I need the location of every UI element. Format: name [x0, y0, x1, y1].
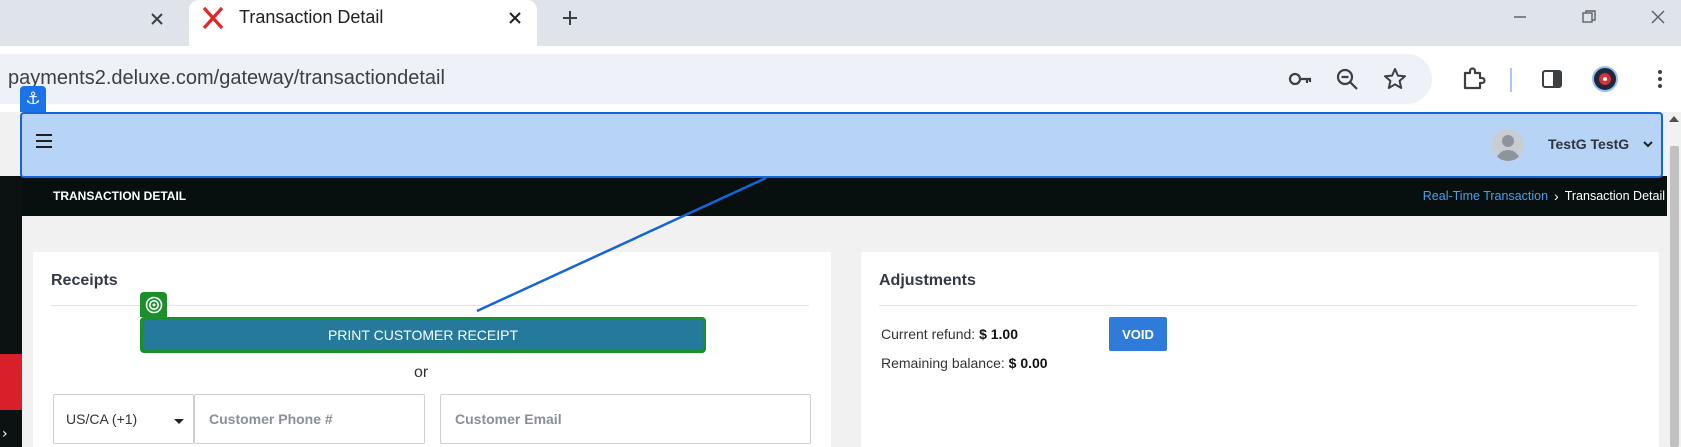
- card-divider: [879, 305, 1637, 306]
- print-customer-receipt-button[interactable]: PRINT CUSTOMER RECEIPT: [140, 317, 706, 353]
- customer-phone-input[interactable]: [194, 394, 425, 444]
- chevron-down-icon[interactable]: [1641, 137, 1655, 151]
- receipts-card: Receipts PRINT CUSTOMER RECEIPT or US/CA…: [33, 252, 831, 447]
- page-viewport: TestG TestG › TRANSACTION DETAIL Real-Ti…: [0, 112, 1681, 447]
- breadcrumb-link-real-time-transaction[interactable]: Real-Time Transaction: [1423, 189, 1548, 203]
- chevron-right-icon[interactable]: ›: [2, 426, 8, 442]
- user-avatar[interactable]: [1492, 129, 1524, 161]
- sidebar-active-marker: [0, 354, 22, 410]
- target-icon: [140, 292, 167, 317]
- receipts-title: Receipts: [51, 272, 118, 289]
- profile-avatar-icon[interactable]: [1590, 64, 1620, 94]
- scrollbar-thumb[interactable]: [1670, 146, 1679, 447]
- current-refund-value: $ 1.00: [979, 326, 1018, 342]
- restore-icon[interactable]: [1569, 2, 1609, 32]
- or-label: or: [414, 364, 429, 381]
- new-tab-button[interactable]: [555, 3, 585, 33]
- close-icon[interactable]: [143, 5, 171, 33]
- extensions-puzzle-icon[interactable]: [1458, 64, 1488, 94]
- current-refund-label: Current refund:: [881, 326, 976, 342]
- adjustments-card: Adjustments Current refund: $ 1.00 Remai…: [861, 252, 1659, 447]
- window-close-icon[interactable]: [1638, 2, 1678, 32]
- tab-title: Transaction Detail: [239, 7, 384, 27]
- breadcrumb: Real-Time Transaction › Transaction Deta…: [1423, 188, 1665, 204]
- country-code-value: US/CA (+1): [66, 411, 138, 427]
- browser-tab-strip: Transaction Detail: [0, 0, 1681, 46]
- page-header: TRANSACTION DETAIL Real-Time Transaction…: [22, 176, 1667, 216]
- zoom-out-icon[interactable]: [1333, 65, 1361, 93]
- page-title: TRANSACTION DETAIL: [53, 189, 187, 203]
- breadcrumb-current: Transaction Detail: [1564, 189, 1665, 203]
- current-refund-row: Current refund: $ 1.00: [881, 326, 1018, 342]
- app-bar: TestG TestG: [22, 112, 1661, 176]
- toolbar-separator: [1510, 68, 1512, 92]
- scroll-up-arrow-icon[interactable]: [1669, 116, 1679, 122]
- minimize-icon[interactable]: [1500, 2, 1540, 32]
- country-code-select[interactable]: US/CA (+1): [53, 394, 194, 444]
- anchor-icon: ⚓: [20, 86, 46, 112]
- remaining-balance-label: Remaining balance:: [881, 355, 1005, 371]
- more-menu-icon[interactable]: [1645, 64, 1675, 94]
- active-tab[interactable]: Transaction Detail: [189, 0, 537, 46]
- close-icon[interactable]: [501, 4, 529, 32]
- browser-toolbar: payments2.deluxe.com/gateway/transaction…: [0, 46, 1681, 112]
- user-name[interactable]: TestG TestG: [1548, 136, 1629, 152]
- url-text[interactable]: payments2.deluxe.com/gateway/transaction…: [8, 67, 445, 90]
- chevron-right-icon: ›: [1554, 188, 1559, 204]
- caret-down-icon: [174, 419, 184, 424]
- remaining-balance-row: Remaining balance: $ 0.00: [881, 355, 1048, 371]
- adjustments-title: Adjustments: [879, 272, 976, 289]
- key-icon[interactable]: [1286, 65, 1314, 93]
- bookmark-star-icon[interactable]: [1381, 65, 1409, 93]
- address-bar[interactable]: payments2.deluxe.com/gateway/transaction…: [0, 54, 1432, 104]
- side-panel-icon[interactable]: [1537, 64, 1567, 94]
- customer-email-input[interactable]: [440, 394, 811, 444]
- remaining-balance-value: $ 0.00: [1008, 355, 1048, 371]
- hamburger-menu-icon[interactable]: [36, 134, 52, 148]
- deluxe-logo-icon: [201, 6, 225, 30]
- void-button[interactable]: VOID: [1109, 317, 1167, 351]
